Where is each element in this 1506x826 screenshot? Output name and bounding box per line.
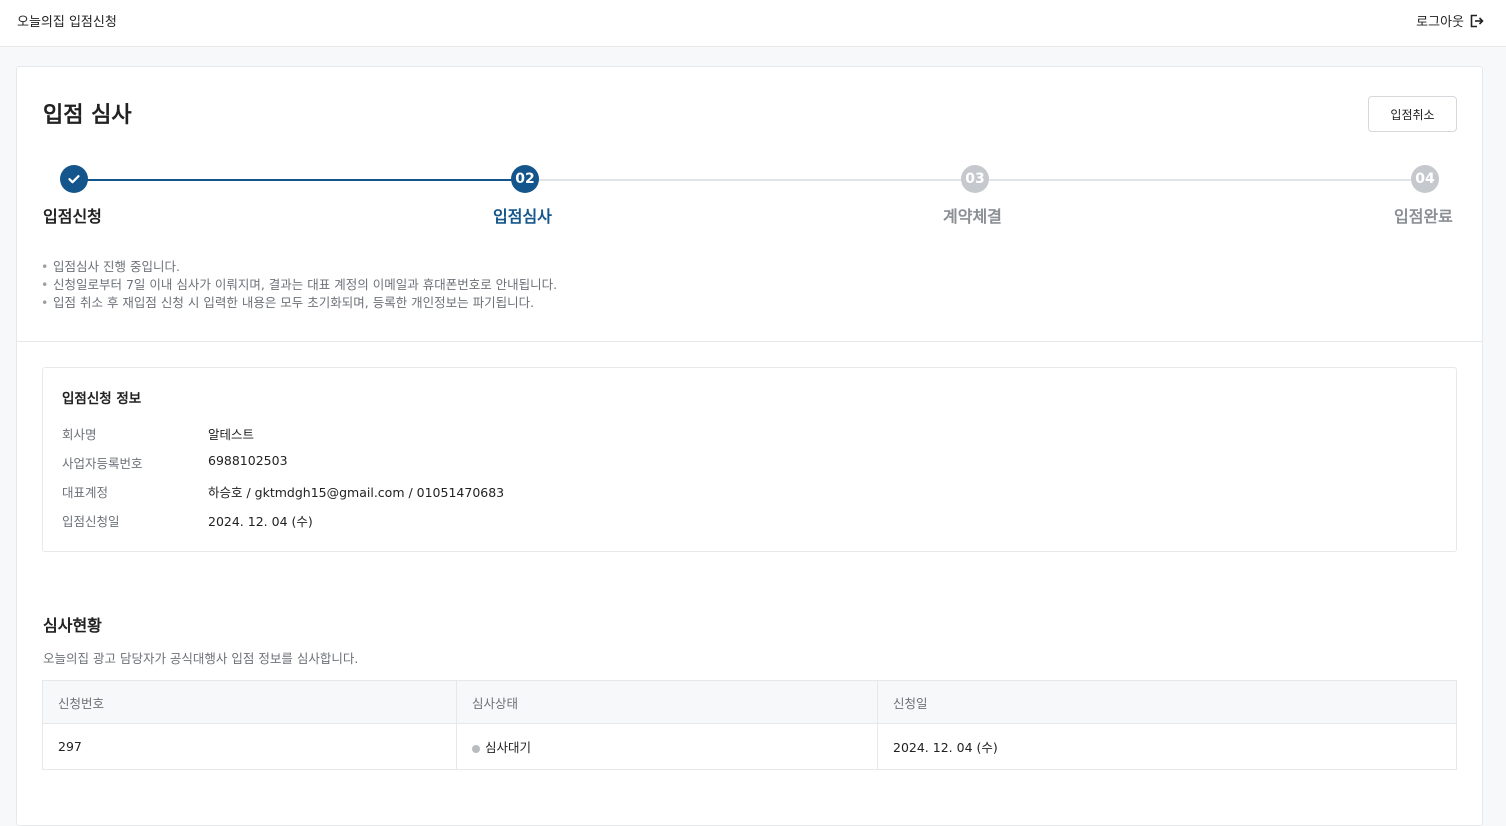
- info-key: 대표계정: [62, 485, 109, 500]
- review-status-table: 신청번호 심사상태 신청일 297 심사대기 2024. 12. 04 (수): [42, 680, 1457, 770]
- section-divider: [17, 341, 1482, 342]
- review-status-description: 오늘의집 광고 담당자가 공식대행사 입점 정보를 심사합니다.: [43, 651, 359, 666]
- info-value: 2024. 12. 04 (수): [208, 514, 313, 529]
- application-info-panel: 입점신청 정보 회사명 알테스트 사업자등록번호 6988102503 대표계정…: [42, 367, 1457, 552]
- step-label: 입점완료: [1394, 207, 1453, 226]
- info-key: 입점신청일: [62, 514, 120, 529]
- cell-application-number: 297: [42, 723, 457, 770]
- info-value: 6988102503: [208, 453, 288, 468]
- logout-button[interactable]: 로그아웃: [1416, 11, 1484, 30]
- step-label: 입점심사: [493, 207, 552, 226]
- info-key: 회사명: [62, 427, 97, 442]
- step-label: 입점신청: [43, 207, 102, 226]
- check-icon: [60, 165, 88, 193]
- logout-icon: [1470, 14, 1484, 27]
- cell-status: 심사대기: [456, 723, 878, 770]
- column-header-application-number: 신청번호: [42, 680, 457, 724]
- table-row: 297 심사대기 2024. 12. 04 (수): [42, 723, 1457, 770]
- notice-item: 입점 취소 후 재입점 신청 시 입력한 내용은 모두 초기화되며, 등록한 개…: [41, 294, 557, 312]
- review-status-title: 심사현황: [43, 616, 102, 635]
- status-dot-icon: [472, 744, 480, 753]
- notice-item: 입점심사 진행 중입니다.: [41, 258, 557, 276]
- page-title: 입점 심사: [43, 103, 132, 128]
- column-header-date: 신청일: [877, 680, 1457, 724]
- step-label: 계약체결: [943, 207, 1002, 226]
- info-key: 사업자등록번호: [62, 456, 143, 471]
- column-header-status: 심사상태: [456, 680, 878, 724]
- notice-item: 신청일로부터 7일 이내 심사가 이뤄지며, 결과는 대표 계정의 이메일과 휴…: [41, 276, 557, 294]
- progress-stepper: 입점신청 02 입점심사 03 계약체결 04 입점완료: [17, 163, 1482, 233]
- info-value: 하승호 / gktmdgh15@gmail.com / 01051470683: [208, 485, 505, 500]
- step-number: 04: [1411, 165, 1439, 193]
- application-info-title: 입점신청 정보: [62, 391, 142, 407]
- review-card: 입점 심사 입점취소 입점신청 02 입점심사 03 계약체결 04 입점완료 …: [16, 66, 1483, 826]
- notice-list: 입점심사 진행 중입니다. 신청일로부터 7일 이내 심사가 이뤄지며, 결과는…: [41, 258, 557, 312]
- brand-title[interactable]: 오늘의집 입점신청: [17, 11, 117, 30]
- status-label: 심사대기: [485, 740, 532, 755]
- stepper-line-completed: [75, 179, 525, 181]
- top-bar: 오늘의집 입점신청 로그아웃: [0, 0, 1506, 47]
- cancel-application-button[interactable]: 입점취소: [1368, 96, 1457, 132]
- cell-date: 2024. 12. 04 (수): [877, 723, 1457, 770]
- table-header-row: 신청번호 심사상태 신청일: [42, 680, 1457, 724]
- info-value: 알테스트: [208, 427, 255, 442]
- step-number: 02: [511, 165, 539, 193]
- logout-label: 로그아웃: [1416, 15, 1464, 30]
- step-number: 03: [961, 165, 989, 193]
